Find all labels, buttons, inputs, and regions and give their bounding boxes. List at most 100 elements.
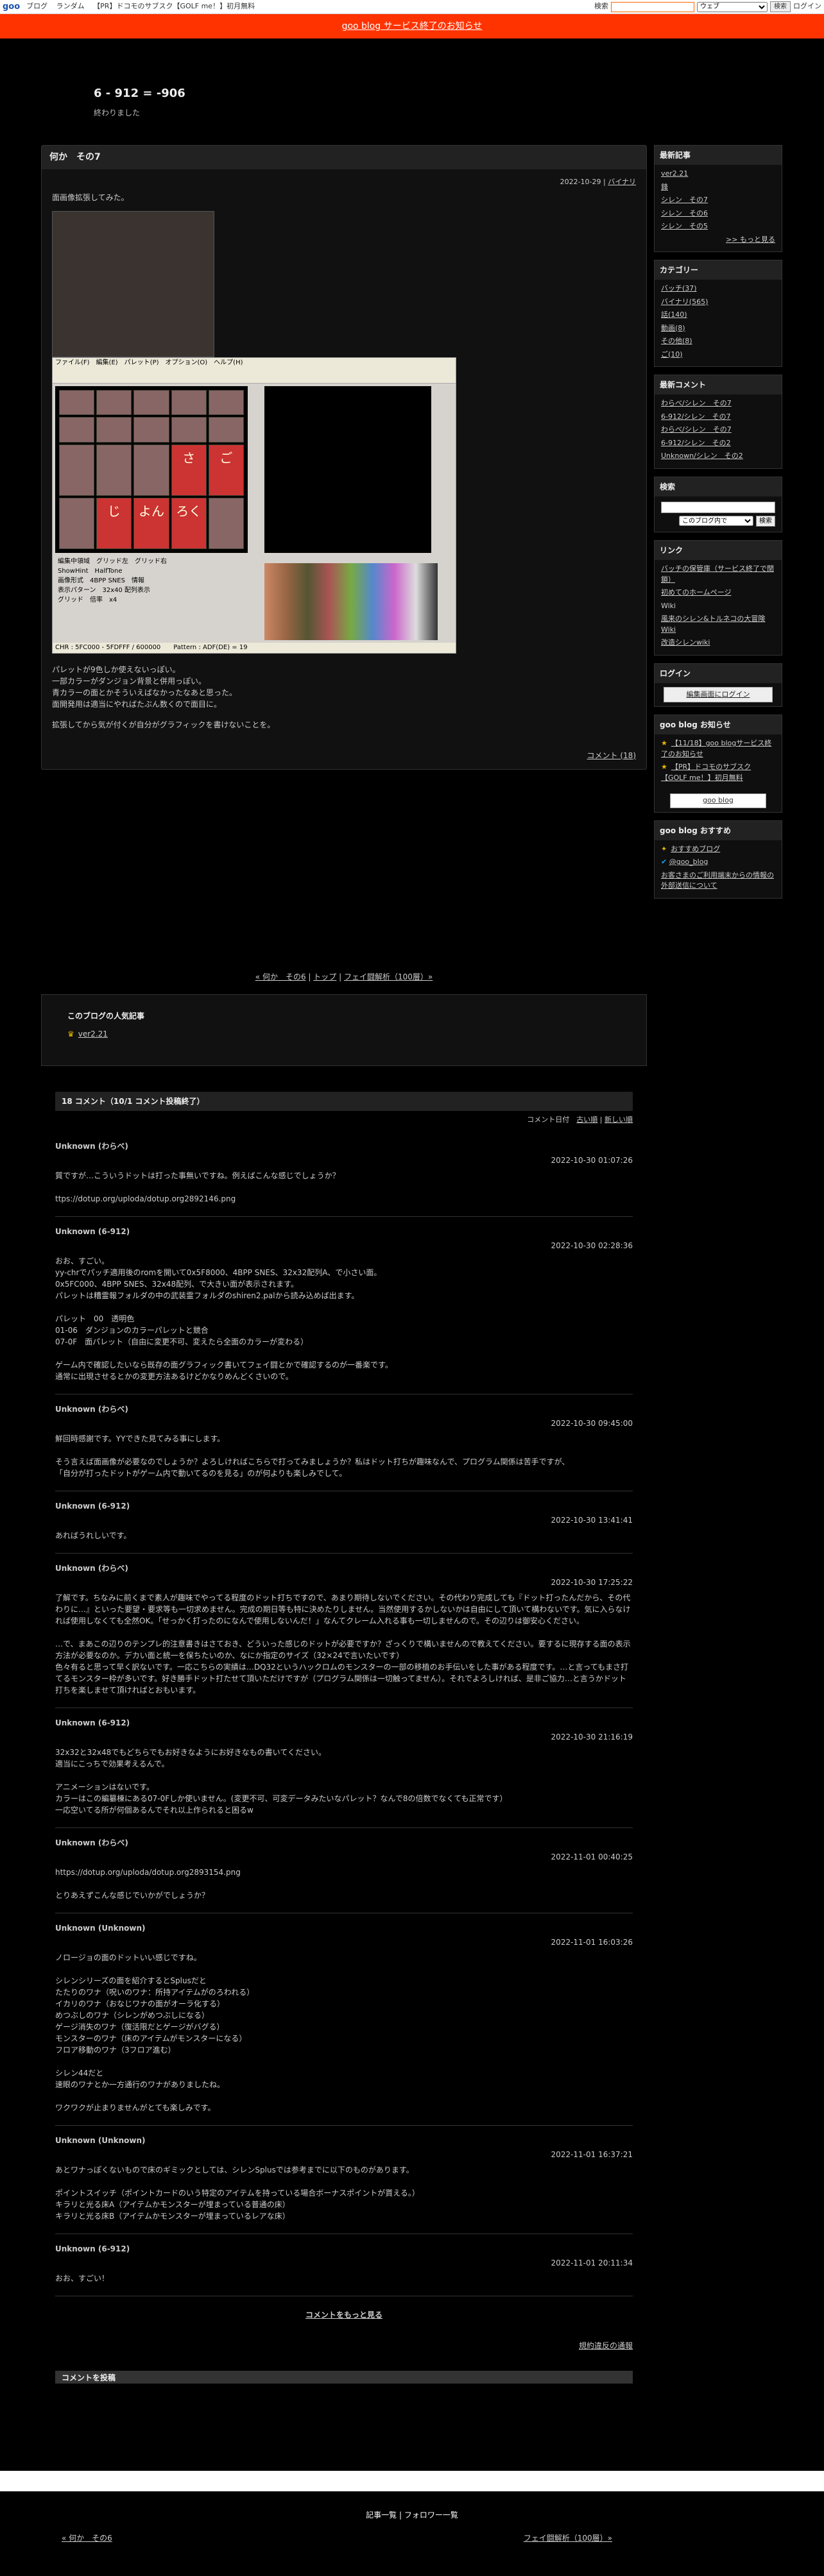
editor-options: 編集中領域 グリッド左 グリッド右 ShowHint HalfTone 画像形式… (58, 557, 250, 640)
link-item[interactable]: 初めてのホームページ (661, 588, 731, 597)
comment-body: あとワナっぽくないもので床のギミックとしては、シレンSplusでは参考までに以下… (55, 2164, 633, 2222)
comment-line: ノロージョの面のドットいい感じですね。 (55, 1953, 202, 1962)
tile (59, 417, 95, 443)
link-item[interactable]: 改造シレンwiki (661, 638, 710, 647)
tile-grid: さご じよん ろく (55, 386, 248, 553)
comment-author: Unknown (6-912) (55, 1227, 130, 1236)
recent-post-link[interactable]: シレン その5 (661, 222, 708, 230)
comment: Unknown (6-912) 2022-10-30 13:41:41 あればうれし… (55, 1491, 633, 1554)
search-button[interactable]: 検索 (770, 1, 791, 12)
privacy-link[interactable]: お客さまのご利用端末からの情報の外部送信について (661, 871, 774, 890)
comment-author: Unknown (わらべ) (55, 1405, 128, 1414)
tile (96, 389, 132, 416)
comment-line: 鮮回時感謝です。YYできた見てみる事にします。 (55, 1434, 225, 1443)
category-link[interactable]: 動画(8) (661, 324, 685, 332)
tile (133, 389, 169, 416)
comment-line (55, 1301, 633, 1313)
goo-notice-link[interactable]: 【11/18】goo blogサービス終了のお知らせ (661, 739, 771, 758)
comment: Unknown (6-912) 2022-10-30 02:28:36 おお、すごい… (55, 1217, 633, 1394)
footer-links[interactable]: 記事一覧 | フォロワー一覧 (0, 2509, 824, 2521)
link-item[interactable]: バッチの保管庫（サービス終了で閉鎖） (661, 564, 774, 584)
comment-line (55, 1182, 633, 1193)
more-comments-link[interactable]: コメントをもっと見る (305, 2310, 382, 2319)
comment-author: Unknown (6-912) (55, 2244, 130, 2253)
topbar-link-pr[interactable]: 【PR】ドコモのサブスク【GOLF me！】初月無料 (93, 2, 255, 10)
editor-option: グリッド (58, 596, 83, 604)
recent-comment-link[interactable]: 6-912/シレン その2 (661, 439, 731, 447)
recent-post-link[interactable]: シレン その7 (661, 196, 708, 204)
topbar-link-blog[interactable]: ブログ (26, 2, 47, 10)
goo-logo[interactable]: goo (3, 1, 20, 13)
category-link[interactable]: バッチ(37) (661, 284, 697, 292)
comment-line: シレン44だと (55, 2069, 104, 2078)
recent-comment-link[interactable]: Unknown/シレン その2 (661, 452, 743, 460)
blog-title[interactable]: 6 - 912 = -906 (94, 85, 824, 102)
editor-option: 倍率 (90, 596, 103, 604)
footer-prev-link[interactable]: « 何か その6 (62, 2532, 112, 2544)
comment-line: カラーはこの編纂棟にある07-0Fしか使いません。(変更不可、可変データみたいな… (55, 1794, 508, 1803)
category-link[interactable]: 話(140) (661, 310, 687, 319)
search-input[interactable] (611, 1, 694, 12)
footer-next-link[interactable]: フェイ闘解析（100層）» (524, 2532, 612, 2544)
prev-entry-link[interactable]: « 何か その6 (255, 972, 306, 981)
comment-line: あとワナっぽくないもので床のギミックとしては、シレンSplusでは参考までに以下… (55, 2165, 414, 2174)
sort-old[interactable]: 古い順 (576, 1115, 597, 1124)
login-link[interactable]: ログイン (793, 1, 821, 12)
next-entry-link[interactable]: フェイ闘解析（100層）» (344, 972, 433, 981)
recent-comments-box: 最新コメント わらべ/シレン その7 6-912/シレン その7 わらべ/シレン… (654, 375, 782, 469)
tile (133, 445, 169, 496)
search-scope-select[interactable]: ウェブ (697, 1, 768, 12)
recent-comment-link[interactable]: わらべ/シレン その7 (661, 425, 732, 434)
recent-post-link[interactable]: 鋒 (661, 183, 668, 191)
comment: Unknown (6-912) 2022-10-30 21:16:19 32x32と… (55, 1708, 633, 1828)
recent-comment-link[interactable]: わらべ/シレン その7 (661, 399, 732, 407)
comment-date: 2022-11-01 16:37:21 (551, 2150, 633, 2159)
comment-line: 「自分が打ったドットがゲーム内で動いてるのを見る」のが何よりも楽しみでして。 (55, 1469, 347, 1478)
popular-item[interactable]: ver2.21 (78, 1030, 108, 1038)
link-item[interactable]: 風来のシレン&トルネコの大冒険 Wiki (661, 614, 765, 634)
entry-title[interactable]: 何か その7 (42, 146, 646, 169)
sort-new[interactable]: 新しい順 (605, 1115, 633, 1124)
recent-post-link[interactable]: シレン その6 (661, 209, 708, 217)
comment-count-link[interactable]: コメント (18) (587, 751, 636, 760)
editor-option: HalfTone (94, 567, 123, 575)
top-link[interactable]: トップ (313, 972, 336, 981)
topbar-link-random[interactable]: ランダム (56, 2, 85, 10)
comment-line: シレンシリーズの面を紹介するとSplusだと (55, 1976, 207, 1985)
report-link[interactable]: 規約違反の通報 (579, 2341, 633, 2350)
goo-blog-badge[interactable]: goo blog (670, 793, 766, 808)
category-link[interactable]: ご(10) (661, 350, 683, 359)
blog-search-scope[interactable]: このブログ内で (679, 516, 753, 526)
edit-login-button[interactable]: 編集画面にログイン (664, 686, 773, 702)
blog-search-button[interactable]: 検索 (756, 516, 775, 527)
comment-date: 2022-10-30 09:45:00 (551, 1419, 633, 1428)
category-link[interactable]: バイナリ(565) (661, 298, 708, 306)
comment-author: Unknown (6-912) (55, 1502, 130, 1511)
blog-search-input[interactable] (661, 501, 775, 513)
editor-option: グリッド左 (96, 557, 128, 565)
comment-line: 32x32と32x48でもどちらでもお好きなようにお好きなもの書いてください。 (55, 1748, 326, 1757)
editor-status: CHR : 5FC000 - 5FDFFF / 600000 Pattern :… (53, 642, 456, 653)
comment-list: Unknown (わらべ) 2022-10-30 01:07:26 質ですが…こうい… (55, 1131, 633, 2296)
goo-recommend-title: goo blog おすすめ (655, 820, 782, 840)
comment-date: 2022-10-30 02:28:36 (551, 1241, 633, 1250)
recent-post-link[interactable]: ver2.21 (661, 169, 688, 178)
comment-line: 適当にこっちで効果考えるんで。 (55, 1759, 169, 1768)
entry-category[interactable]: バイナリ (608, 178, 636, 186)
entry-image: ファイル(F) 編集(E) パレット(P) オプション(O) ヘルプ(H) さご… (52, 210, 456, 654)
service-end-link[interactable]: goo blog サービス終了のお知らせ (342, 21, 483, 31)
tile (208, 389, 244, 416)
comment: Unknown (わらべ) 2022-10-30 09:45:00 鮮回時感謝です。… (55, 1394, 633, 1491)
entry-line: 面開発用は適当にやればたぶん数くので面目に。 (52, 699, 222, 709)
comment-date: 2022-10-30 21:16:19 (551, 1733, 633, 1741)
editor-option: ShowHint (58, 567, 89, 575)
footer-nav: « 何か その6 フェイ闘解析（100層）» (0, 2532, 824, 2544)
recent-more-link[interactable]: >> もっと見る (726, 235, 775, 244)
twitter-link[interactable]: @goo_blog (669, 858, 708, 866)
recommend-link[interactable]: おすすめブログ (671, 845, 720, 853)
recent-comment-link[interactable]: 6-912/シレン その7 (661, 412, 731, 421)
comment-line[interactable]: https://dotup.org/uploda/dotup.org289315… (55, 1867, 633, 1878)
goo-notice-link[interactable]: 【PR】ドコモのサブスク【GOLF me！】初月無料 (661, 763, 751, 782)
category-link[interactable]: その他(8) (661, 337, 692, 345)
comment-line: モンスターのワナ（床のアイテムがモンスターになる） (55, 2034, 247, 2043)
